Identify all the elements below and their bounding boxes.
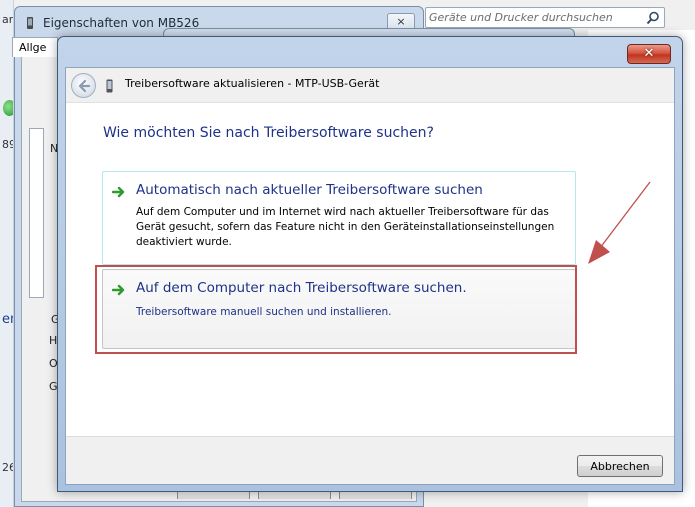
search-icon[interactable] [646, 11, 660, 25]
device-icon [27, 17, 33, 29]
close-icon: ✕ [643, 46, 655, 61]
wizard-inner: Treibersoftware aktualisieren - MTP-USB-… [65, 67, 675, 485]
wizard-title: Treibersoftware aktualisieren - MTP-USB-… [125, 77, 380, 90]
option-title: Auf dem Computer nach Treibersoftware su… [136, 280, 467, 296]
green-arrow-icon [112, 284, 125, 296]
cancel-button[interactable]: Abbrechen [577, 455, 663, 477]
properties-list [29, 128, 44, 298]
back-arrow-icon [78, 79, 91, 93]
wizard-content: Wie möchten Sie nach Treibersoftware suc… [66, 102, 674, 436]
search-box[interactable] [425, 7, 665, 28]
status-icon [3, 100, 13, 116]
explorer-fragment-top: ard [2, 13, 14, 26]
wizard-header: Treibersoftware aktualisieren - MTP-USB-… [66, 68, 674, 102]
back-button[interactable] [71, 73, 96, 98]
option-browse-computer[interactable]: Auf dem Computer nach Treibersoftware su… [102, 269, 576, 349]
green-arrow-icon [112, 186, 125, 198]
update-driver-wizard: ✕ Treibersoftware aktualisieren - MTP-US… [57, 36, 683, 492]
explorer-fragment-link[interactable]: en [2, 312, 13, 327]
tab-general[interactable]: Allge [12, 37, 58, 57]
device-icon [106, 79, 113, 93]
option-search-automatically[interactable]: Automatisch nach aktueller Treibersoftwa… [102, 171, 576, 265]
close-button[interactable]: ✕ [627, 44, 671, 64]
option-description: Auf dem Computer und im Internet wird na… [136, 206, 555, 248]
search-input[interactable] [429, 10, 639, 25]
page-heading: Wie möchten Sie nach Treibersoftware suc… [103, 125, 434, 141]
option-description: Treibersoftware manuell suchen und insta… [136, 306, 392, 318]
explorer-fragment-bottom: 26 [2, 461, 13, 474]
explorer-fragment-num: 89 [2, 138, 13, 151]
explorer-left-strip: ard 89 en 26 [0, 0, 14, 507]
option-title: Automatisch nach aktueller Treibersoftwa… [136, 182, 483, 198]
